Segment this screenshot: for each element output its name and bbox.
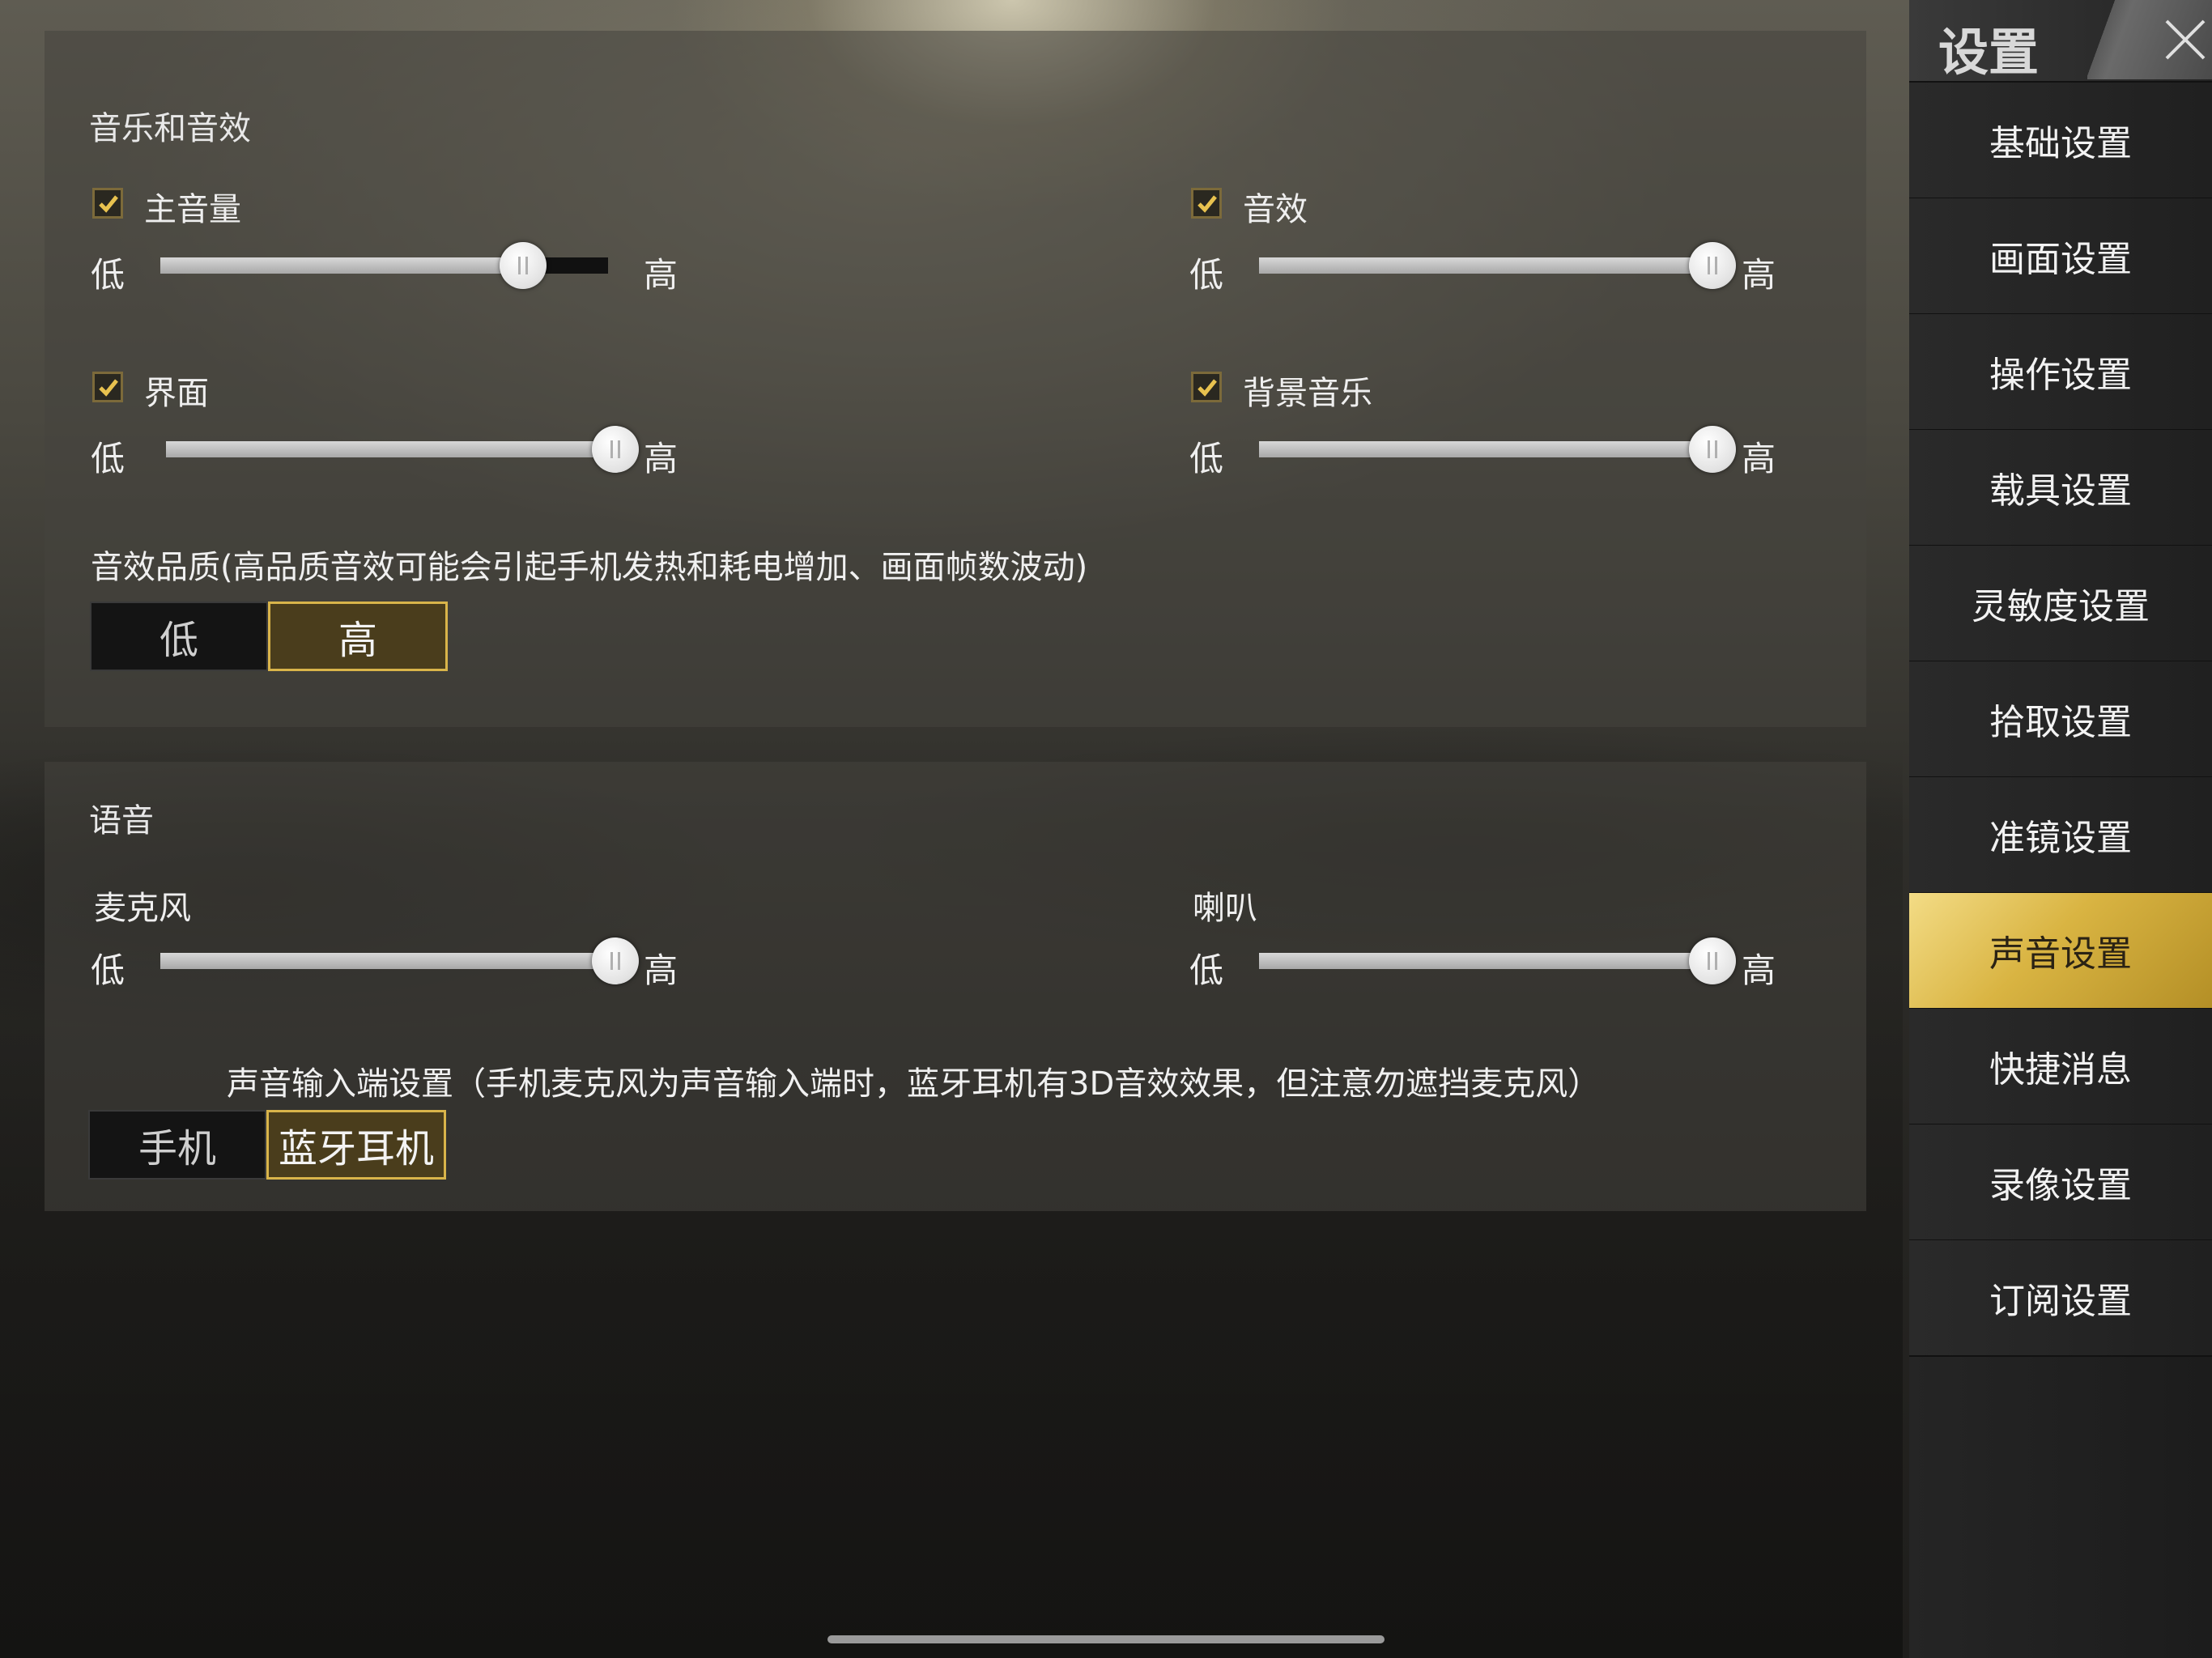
microphone-knob[interactable] [592, 937, 639, 984]
sidebar-title: 设置 [1938, 23, 2040, 82]
interface-knob[interactable] [592, 426, 639, 473]
master-volume-knob[interactable] [499, 242, 547, 289]
master-volume-low: 低 [91, 255, 125, 295]
voice-panel: 语音 麦克风 低 高 喇叭 低 高 声音输入端设置（手机麦克风为声音输入端时，蓝… [45, 762, 1866, 1211]
sidebar-item-quick-message[interactable]: 快捷消息 [1909, 1009, 2212, 1125]
music-sfx-panel: 音乐和音效 主音量 低 高 音效 低 高 界面 低 高 背景音乐 低 高 音效品… [45, 31, 1866, 727]
sidebar-item-sensitivity[interactable]: 灵敏度设置 [1909, 546, 2212, 662]
sidebar-item-scope[interactable]: 准镜设置 [1909, 777, 2212, 894]
input-bluetooth-button[interactable]: 蓝牙耳机 [266, 1110, 446, 1180]
microphone-fill [160, 953, 615, 969]
speaker-high: 高 [1742, 950, 1776, 990]
quality-low-button[interactable]: 低 [90, 602, 268, 671]
sidebar-item-vehicle[interactable]: 载具设置 [1909, 430, 2212, 546]
master-volume-high: 高 [644, 255, 678, 295]
settings-sidebar: 设置 基础设置 画面设置 操作设置 载具设置 灵敏度设置 拾取设置 准镜设置 声… [1909, 0, 2212, 1658]
speaker-slider[interactable] [1259, 953, 1712, 969]
speaker-fill [1259, 953, 1712, 969]
section-title-voice: 语音 [89, 802, 154, 840]
interface-high: 高 [644, 439, 678, 478]
master-volume-checkbox[interactable] [92, 188, 123, 219]
sfx-slider[interactable] [1259, 257, 1712, 274]
sidebar-item-graphics[interactable]: 画面设置 [1909, 198, 2212, 315]
interface-fill [166, 441, 615, 457]
microphone-label: 麦克风 [94, 890, 191, 927]
section-title-music: 音乐和音效 [89, 110, 251, 147]
input-phone-button[interactable]: 手机 [88, 1110, 266, 1180]
bgm-slider[interactable] [1259, 441, 1712, 457]
sidebar-item-subscription[interactable]: 订阅设置 [1909, 1240, 2212, 1357]
checkmark-icon [1197, 195, 1217, 213]
sfx-high: 高 [1742, 255, 1776, 295]
bgm-fill [1259, 441, 1712, 457]
bgm-label: 背景音乐 [1243, 375, 1372, 412]
bgm-checkbox[interactable] [1191, 372, 1222, 402]
sidebar-item-pickup[interactable]: 拾取设置 [1909, 661, 2212, 778]
master-volume-label: 主音量 [144, 191, 241, 228]
sfx-low: 低 [1189, 255, 1224, 295]
sfx-knob[interactable] [1689, 242, 1736, 289]
speaker-knob[interactable] [1689, 937, 1736, 984]
master-volume-fill [160, 257, 523, 274]
speaker-low: 低 [1189, 950, 1224, 990]
microphone-low: 低 [91, 950, 125, 990]
microphone-high: 高 [644, 950, 678, 990]
bgm-high: 高 [1742, 439, 1776, 478]
input-device-description: 声音输入端设置（手机麦克风为声音输入端时，蓝牙耳机有3D音效效果，但注意勿遮挡麦… [227, 1065, 1601, 1103]
interface-checkbox[interactable] [92, 372, 123, 402]
checkmark-icon [99, 195, 118, 213]
close-icon [2165, 19, 2206, 60]
home-indicator[interactable] [827, 1635, 1385, 1643]
checkmark-icon [99, 379, 118, 397]
interface-slider[interactable] [166, 441, 615, 457]
bgm-low: 低 [1189, 439, 1224, 478]
sidebar-item-replay[interactable]: 录像设置 [1909, 1124, 2212, 1241]
speaker-label: 喇叭 [1193, 890, 1257, 927]
checkmark-icon [1197, 379, 1217, 397]
sfx-label: 音效 [1243, 191, 1308, 228]
interface-label: 界面 [144, 375, 209, 412]
sfx-checkbox[interactable] [1191, 188, 1222, 219]
quality-high-button[interactable]: 高 [268, 602, 448, 671]
bgm-knob[interactable] [1689, 426, 1736, 473]
sidebar-item-basic[interactable]: 基础设置 [1909, 83, 2212, 199]
sidebar-item-controls[interactable]: 操作设置 [1909, 314, 2212, 431]
sidebar-header: 设置 [1909, 0, 2212, 83]
sidebar-item-sound[interactable]: 声音设置 [1909, 893, 2212, 1010]
microphone-slider[interactable] [160, 953, 615, 969]
close-button[interactable] [2087, 0, 2212, 79]
sfx-quality-label: 音效品质(高品质音效可能会引起手机发热和耗电增加、画面帧数波动) [91, 549, 1088, 586]
interface-low: 低 [91, 439, 125, 478]
sfx-fill [1259, 257, 1712, 274]
